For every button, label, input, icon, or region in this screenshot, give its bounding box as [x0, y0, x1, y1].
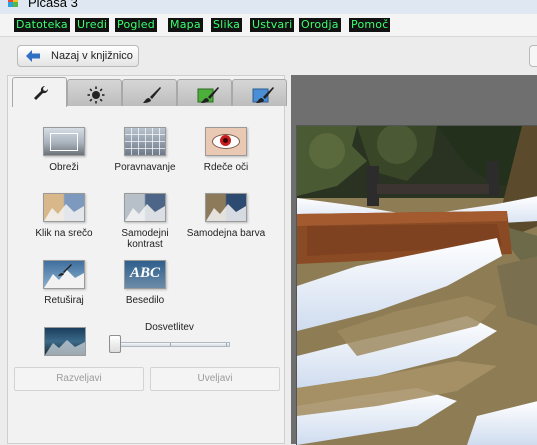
green-brush-icon: [197, 87, 219, 103]
auto-color-icon: [205, 193, 247, 222]
retouch-tool[interactable]: Retuširaj: [24, 260, 104, 306]
auto-contrast-icon: [124, 193, 166, 222]
slider-tick: [226, 343, 227, 346]
lucky-icon: [43, 193, 85, 222]
photo-viewer: [291, 75, 537, 445]
fill-light-preview: [44, 327, 86, 356]
photo-preview[interactable]: [296, 125, 537, 445]
red-eye-label: Rdeče oči: [203, 162, 249, 173]
menu-mapa[interactable]: Mapa: [168, 18, 203, 32]
crop-label: Obreži: [49, 162, 79, 173]
toolbar: Nazaj v knjižnico: [0, 37, 537, 75]
text-thumb-label: ABC: [129, 265, 160, 281]
menu-pomoc[interactable]: Pomoč: [349, 18, 391, 32]
auto-contrast-tool[interactable]: Samodejni kontrast: [105, 193, 185, 250]
photo-image: [297, 126, 537, 445]
brush-icon: [143, 87, 161, 103]
crop-tool[interactable]: Obreži: [24, 127, 104, 173]
blue-brush-icon: [252, 87, 274, 103]
slider-tick: [170, 343, 171, 346]
auto-color-tool[interactable]: Samodejna barva: [186, 193, 266, 239]
auto-color-label: Samodejna barva: [186, 228, 266, 239]
menu-slika[interactable]: Slika: [211, 18, 243, 32]
window-title: Picasa 3: [28, 0, 78, 10]
im-feeling-lucky-tool[interactable]: Klik na srečo: [24, 193, 104, 239]
fill-light-slider-handle[interactable]: [109, 335, 121, 353]
tab-effects-2[interactable]: [177, 79, 232, 106]
tab-tuning[interactable]: [67, 79, 122, 106]
undo-button[interactable]: Razveljavi: [14, 367, 144, 391]
back-to-library-button[interactable]: Nazaj v knjižnico: [17, 45, 139, 67]
text-label: Besedilo: [125, 295, 165, 306]
straighten-icon: [124, 127, 166, 156]
edit-tabs: [8, 76, 287, 107]
menu-ustvari[interactable]: Ustvari: [250, 18, 295, 32]
auto-contrast-label: Samodejni kontrast: [121, 228, 169, 250]
red-eye-tool[interactable]: Rdeče oči: [186, 127, 266, 173]
tab-effects[interactable]: [122, 79, 177, 106]
title-bar: Picasa 3: [0, 0, 537, 14]
menu-uredi[interactable]: Uredi: [75, 18, 110, 32]
edit-panel: Obreži Poravnavanje Rdeče oči Klik na sr…: [7, 75, 287, 444]
menu-orodja[interactable]: Orodja: [299, 18, 341, 32]
menu-bar: Datoteka Uredi Pogled Mapa Slika Ustvari…: [0, 14, 537, 37]
text-tool[interactable]: ABC Besedilo: [105, 260, 185, 306]
red-eye-icon: [205, 127, 247, 156]
tab-effects-3[interactable]: [232, 79, 287, 106]
lucky-label: Klik na srečo: [35, 228, 93, 239]
fill-light-label: Dosvetlitev: [145, 322, 194, 333]
toolbar-right-button[interactable]: [529, 45, 537, 67]
straighten-label: Poravnavanje: [114, 162, 176, 173]
tab-basic-fixes[interactable]: [12, 77, 67, 107]
straighten-tool[interactable]: Poravnavanje: [105, 127, 185, 173]
redo-button[interactable]: Uveljavi: [150, 367, 280, 391]
wrench-icon: [34, 85, 49, 100]
picasa-logo-icon: [8, 0, 18, 7]
back-button-label: Nazaj v knjižnico: [51, 50, 133, 62]
retouch-icon: [43, 260, 85, 289]
menu-datoteka[interactable]: Datoteka: [14, 18, 70, 32]
arrow-left-icon: [26, 50, 40, 62]
menu-pogled[interactable]: Pogled: [115, 18, 157, 32]
sun-icon: [87, 86, 105, 104]
text-icon: ABC: [124, 260, 166, 289]
retouch-label: Retuširaj: [44, 295, 84, 306]
crop-icon: [43, 127, 85, 156]
